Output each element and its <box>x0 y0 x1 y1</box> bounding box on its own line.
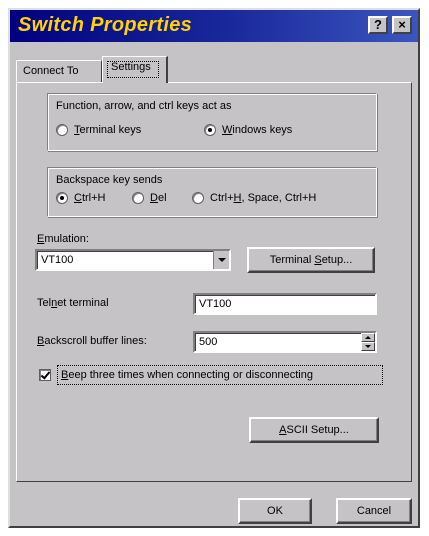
beep-checkbox[interactable] <box>39 369 51 381</box>
ascii-setup-button[interactable]: ASCII Setup... <box>249 417 379 443</box>
radio-ctrl-h-space[interactable]: Ctrl+H, Space, Ctrl+H <box>192 192 316 204</box>
tab-settings-label: Settings <box>111 61 151 73</box>
tab-settings[interactable]: Settings <box>102 56 168 83</box>
terminal-setup-button[interactable]: Terminal Setup... <box>247 247 375 273</box>
emulation-label: Emulation: <box>37 233 89 245</box>
window-title: Switch Properties <box>18 14 193 36</box>
beep-label[interactable]: Beep three times when connecting or disc… <box>61 369 313 381</box>
title-bar: Switch Properties ? × <box>10 10 418 42</box>
spinner-up-icon[interactable] <box>361 333 375 342</box>
emulation-select-value: VT100 <box>41 254 74 266</box>
function-keys-group-label: Function, arrow, and ctrl keys act as <box>56 100 232 112</box>
backscroll-lines-value: 500 <box>199 336 218 348</box>
telnet-terminal-value: VT100 <box>199 298 232 310</box>
backspace-group: Backspace key sends Ctrl+H Del Ctrl+H, S… <box>47 167 377 217</box>
help-button[interactable]: ? <box>368 16 388 34</box>
radio-windows-keys[interactable]: Windows keys <box>204 124 292 136</box>
cancel-button[interactable]: Cancel <box>336 498 412 524</box>
backscroll-lines-stepper[interactable]: 500 <box>193 331 377 353</box>
radio-ctrl-h[interactable]: Ctrl+H <box>56 192 105 204</box>
radio-ctrl-h-label: Ctrl+H <box>74 192 106 204</box>
telnet-terminal-label: Telnet terminal <box>37 297 109 309</box>
radio-ctrl-h-space-label: Ctrl+H, Space, Ctrl+H <box>210 192 317 204</box>
spinner-buttons[interactable] <box>361 333 375 351</box>
radio-terminal-keys[interactable]: Terminal keys <box>56 124 141 136</box>
ok-button[interactable]: OK <box>238 498 312 524</box>
function-keys-group: Function, arrow, and ctrl keys act as Te… <box>47 93 377 151</box>
tab-connect-to[interactable]: Connect To <box>16 60 102 82</box>
backscroll-label: Backscroll buffer lines: <box>37 335 147 347</box>
spinner-down-icon[interactable] <box>361 342 375 351</box>
backspace-group-label: Backspace key sends <box>56 174 163 186</box>
close-button[interactable]: × <box>392 16 412 34</box>
radio-ctrl-h-space-circle[interactable] <box>192 192 204 204</box>
radio-windows-keys-circle[interactable] <box>204 124 216 136</box>
radio-terminal-keys-label: Terminal keys <box>74 124 142 136</box>
emulation-select[interactable]: VT100 <box>35 249 231 271</box>
tab-connect-to-label: Connect To <box>23 65 79 77</box>
radio-ctrl-h-circle[interactable] <box>56 192 68 204</box>
radio-del-circle[interactable] <box>132 192 144 204</box>
telnet-terminal-field[interactable]: VT100 <box>193 293 377 315</box>
radio-terminal-keys-circle[interactable] <box>56 124 68 136</box>
chevron-down-icon[interactable] <box>213 251 229 269</box>
switch-properties-dialog: Switch Properties ? × Connect To Setting… <box>8 8 420 528</box>
radio-del-label: Del <box>150 192 167 204</box>
settings-panel: Function, arrow, and ctrl keys act as Te… <box>16 82 412 482</box>
radio-windows-keys-label: Windows keys <box>222 124 293 136</box>
radio-del[interactable]: Del <box>132 192 167 204</box>
